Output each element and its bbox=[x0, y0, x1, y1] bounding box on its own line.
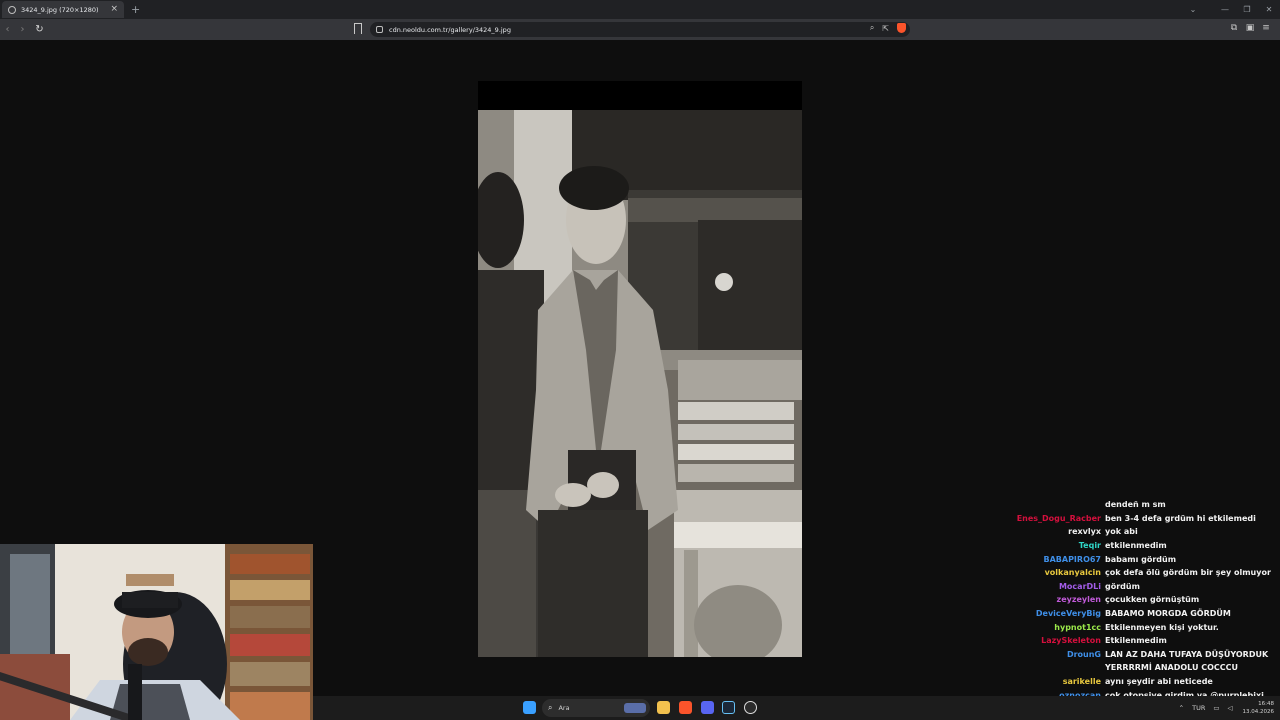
bookmark-icon[interactable] bbox=[354, 23, 362, 34]
chat-text: Etkilenmedim bbox=[1105, 636, 1167, 646]
search-placeholder: Ara bbox=[558, 704, 570, 712]
zoom-icon[interactable]: ⌕ bbox=[870, 23, 874, 33]
tab-bar: 3424_9.jpg (720×1280) × + ⌄ — ❐ ✕ bbox=[0, 0, 1280, 19]
taskbar-search[interactable]: ⌕ Ara bbox=[542, 699, 650, 717]
globe-icon bbox=[8, 5, 16, 14]
file-explorer-icon[interactable] bbox=[657, 701, 670, 714]
menu-icon[interactable]: ≡ bbox=[1258, 23, 1274, 33]
chat-text: BABAMO MORGDA GÖRDÜM bbox=[1105, 609, 1231, 619]
window-controls: ⌄ — ❐ ✕ bbox=[1182, 0, 1280, 19]
chat-message: Teqir etkilenmedim bbox=[1012, 539, 1280, 553]
chat-text: gördüm bbox=[1105, 581, 1140, 591]
chat-message: Enes_Dogu_Racber ben 3-4 defa grdüm hi et… bbox=[1012, 512, 1280, 526]
chat-message: zeyzeylen çocukken görnüştüm bbox=[1012, 593, 1280, 607]
chat-username[interactable]: volkanyalcin bbox=[1012, 568, 1105, 577]
sidebar-icon[interactable]: ▣ bbox=[1242, 23, 1258, 33]
browser-toolbar: ‹ › ↻ cdn.neoldu.com.tr/gallery/3424_9.j… bbox=[0, 19, 1280, 40]
search-highlight-icon bbox=[624, 703, 646, 713]
chat-username[interactable]: MocarDLi bbox=[1012, 582, 1105, 591]
chat-username[interactable]: BABAPIRO67 bbox=[1012, 555, 1105, 564]
chat-message: hypnot1cc Etkilenmeyen kişi yoktur. bbox=[1012, 620, 1280, 634]
chat-message: rexvlyx yok abi bbox=[1012, 525, 1280, 539]
streamer-webcam bbox=[0, 544, 313, 720]
volume-icon[interactable]: ◁ bbox=[1228, 704, 1233, 712]
chat-message: volkanyalcin çok defa ölü gördüm bir şey … bbox=[1012, 566, 1280, 580]
steam-icon[interactable] bbox=[722, 701, 735, 714]
tab-title: 3424_9.jpg (720×1280) bbox=[21, 5, 99, 14]
chat-text: YERRRRMİ ANADOLU COCCCU bbox=[1105, 663, 1239, 673]
language-indicator[interactable]: TUR bbox=[1192, 704, 1205, 712]
brave-shield-icon[interactable] bbox=[897, 23, 906, 33]
brave-icon[interactable] bbox=[679, 701, 692, 714]
chat-message: LazySkeleton Etkilenmedim bbox=[1012, 634, 1280, 648]
chat-username[interactable]: rexvlyx bbox=[1012, 527, 1105, 536]
chat-message: dendeñ m sm bbox=[1012, 498, 1280, 512]
windows-start-icon[interactable] bbox=[523, 701, 536, 714]
system-tray: ⌃ TUR ▭ ◁ 16:48 13.04.2026 bbox=[1171, 696, 1274, 720]
site-info-icon[interactable] bbox=[376, 26, 383, 33]
clock-date: 13.04.2026 bbox=[1242, 709, 1275, 715]
chat-overlay: dendeñ m sm Enes_Dogu_Racber ben 3-4 defa … bbox=[1012, 498, 1280, 720]
chat-username[interactable]: LazySkeleton bbox=[1012, 636, 1105, 645]
reload-button[interactable]: ↻ bbox=[32, 24, 47, 35]
chat-username[interactable]: DeviceVeryBig bbox=[1012, 609, 1105, 618]
omnibox-tools: ⌕ ⇱ bbox=[862, 23, 906, 33]
clock-time: 16:48 bbox=[1258, 701, 1274, 707]
forward-button[interactable]: › bbox=[15, 24, 30, 35]
chat-text: ben 3-4 defa grdüm hi etkilemedi bbox=[1105, 513, 1256, 523]
tab-close-icon[interactable]: × bbox=[110, 5, 118, 14]
chat-text: Etkilenmeyen kişi yoktur. bbox=[1105, 622, 1219, 632]
chat-username[interactable]: Teqir bbox=[1012, 541, 1105, 550]
url-text[interactable]: cdn.neoldu.com.tr/gallery/3424_9.jpg bbox=[389, 26, 511, 34]
chat-username[interactable]: hypnot1cc bbox=[1012, 623, 1105, 632]
photo-graphic bbox=[478, 110, 802, 657]
toolbar-right: ⧉ ▣ ≡ bbox=[1226, 23, 1274, 33]
tab-search-icon[interactable]: ⌄ bbox=[1182, 5, 1204, 14]
chat-message: DrounG LAN AZ DAHA TUFAYA DÜŞÜYORDUK bbox=[1012, 648, 1280, 662]
chat-username[interactable]: zeyzeylen bbox=[1012, 595, 1105, 604]
chat-text: dendeñ m sm bbox=[1105, 500, 1166, 510]
chat-message: BABAPIRO67 babamı gördüm bbox=[1012, 552, 1280, 566]
chat-text: babamı gördüm bbox=[1105, 554, 1177, 564]
back-button[interactable]: ‹ bbox=[0, 24, 15, 35]
chat-username[interactable]: sarikelle bbox=[1012, 677, 1105, 686]
chat-username[interactable]: Enes_Dogu_Racber bbox=[1012, 514, 1105, 523]
chat-message: YERRRRMİ ANADOLU COCCCU bbox=[1012, 661, 1280, 675]
extensions-icon[interactable]: ⧉ bbox=[1226, 23, 1242, 33]
restore-button[interactable]: ❐ bbox=[1236, 5, 1258, 14]
screen: 3424_9.jpg (720×1280) × + ⌄ — ❐ ✕ ‹ › ↻ … bbox=[0, 0, 1280, 720]
chat-text: LAN AZ DAHA TUFAYA DÜŞÜYORDUK bbox=[1105, 649, 1269, 659]
tray-arrow-icon[interactable]: ⌃ bbox=[1179, 704, 1184, 712]
webcam-graphic bbox=[0, 544, 313, 720]
minimize-button[interactable]: — bbox=[1214, 5, 1236, 14]
address-bar[interactable]: cdn.neoldu.com.tr/gallery/3424_9.jpg ⌕ ⇱ bbox=[370, 22, 910, 37]
chat-text: çok defa ölü gördüm bir şey olmuyor bbox=[1105, 568, 1271, 578]
new-tab-button[interactable]: + bbox=[131, 3, 140, 16]
chat-text: aynı şeydir abi neticede bbox=[1105, 677, 1213, 687]
search-icon: ⌕ bbox=[548, 703, 553, 712]
taskbar: ⌕ Ara ⌃ TUR ▭ ◁ 16:48 13.04.2026 bbox=[313, 696, 1280, 720]
chat-message: DeviceVeryBig BABAMO MORGDA GÖRDÜM bbox=[1012, 607, 1280, 621]
close-window-button[interactable]: ✕ bbox=[1258, 5, 1280, 14]
chat-text: yok abi bbox=[1105, 527, 1138, 537]
network-icon[interactable]: ▭ bbox=[1213, 704, 1219, 712]
discord-icon[interactable] bbox=[701, 701, 714, 714]
share-icon[interactable]: ⇱ bbox=[882, 24, 889, 33]
clock[interactable]: 16:48 13.04.2026 bbox=[1243, 700, 1275, 716]
chat-message: sarikelle aynı şeydir abi neticede bbox=[1012, 675, 1280, 689]
chat-text: etkilenmedim bbox=[1105, 541, 1167, 551]
browser-tab[interactable]: 3424_9.jpg (720×1280) × bbox=[2, 1, 124, 18]
obs-icon[interactable] bbox=[744, 701, 757, 714]
chat-text: çocukken görnüştüm bbox=[1105, 595, 1200, 605]
chat-message: MocarDLi gördüm bbox=[1012, 580, 1280, 594]
displayed-photo[interactable] bbox=[478, 110, 802, 657]
chat-username[interactable]: DrounG bbox=[1012, 650, 1105, 659]
